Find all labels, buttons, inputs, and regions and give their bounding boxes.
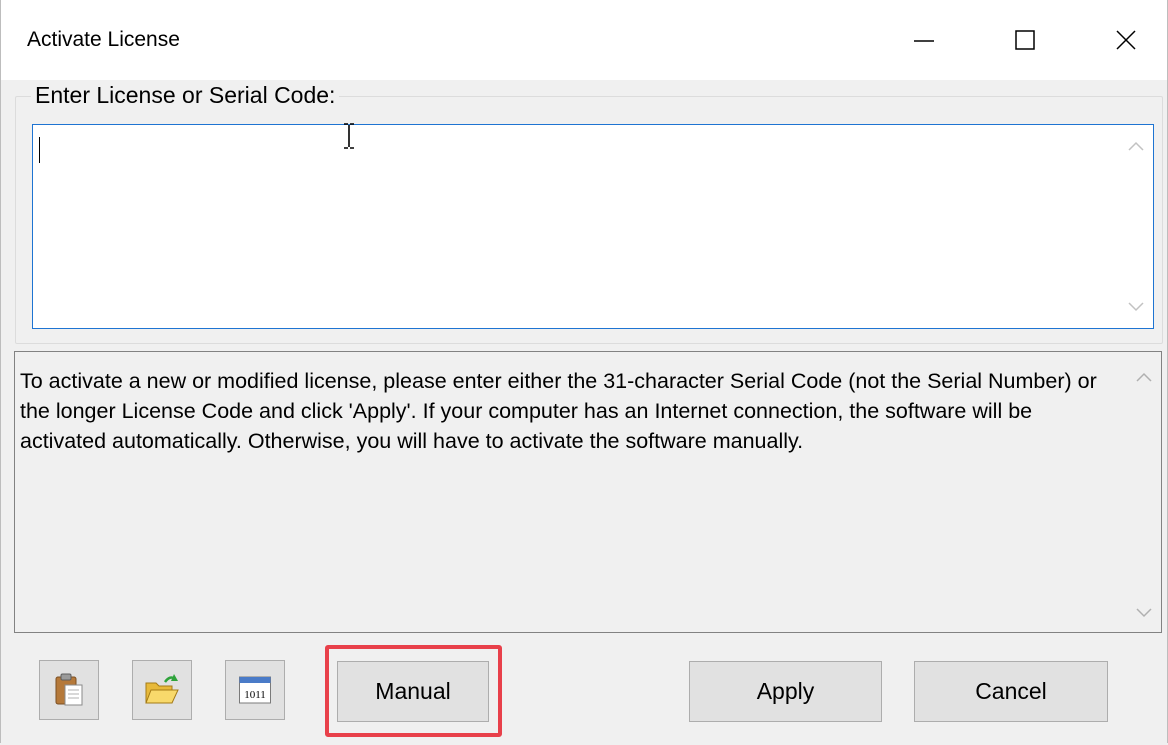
paste-clipboard-icon bbox=[55, 673, 83, 706]
cancel-button[interactable]: Cancel bbox=[914, 661, 1108, 722]
binary-code-icon: 1011 bbox=[239, 676, 271, 704]
close-icon bbox=[1116, 30, 1136, 50]
info-scrollbar[interactable] bbox=[1127, 352, 1161, 632]
scroll-up-arrow-icon[interactable] bbox=[1119, 129, 1153, 163]
info-panel: To activate a new or modified license, p… bbox=[14, 351, 1162, 633]
minimize-button[interactable] bbox=[894, 12, 954, 68]
info-text: To activate a new or modified license, p… bbox=[20, 369, 1097, 453]
svg-text:1011: 1011 bbox=[244, 689, 266, 701]
minimize-icon bbox=[914, 40, 934, 42]
code-scrollbar[interactable] bbox=[1119, 125, 1153, 328]
maximize-icon bbox=[1015, 30, 1035, 50]
close-button[interactable] bbox=[1096, 12, 1156, 68]
open-file-icon bbox=[145, 674, 179, 704]
title-bar: Activate License bbox=[1, 0, 1167, 80]
text-cursor-icon bbox=[344, 123, 354, 149]
license-group-label: Enter License or Serial Code: bbox=[31, 82, 340, 109]
scroll-down-arrow-icon[interactable] bbox=[1127, 596, 1161, 630]
window-title: Activate License bbox=[27, 28, 180, 51]
paste-button[interactable] bbox=[39, 660, 99, 720]
scroll-down-arrow-icon[interactable] bbox=[1119, 290, 1153, 324]
activate-license-window: Activate License Enter License or Serial… bbox=[0, 0, 1168, 743]
binary-code-button[interactable]: 1011 bbox=[225, 660, 285, 720]
license-code-input[interactable] bbox=[33, 125, 1121, 328]
license-code-area bbox=[32, 124, 1154, 329]
apply-button[interactable]: Apply bbox=[689, 661, 882, 722]
scroll-up-arrow-icon[interactable] bbox=[1127, 360, 1161, 394]
open-file-button[interactable] bbox=[132, 660, 192, 720]
text-caret bbox=[39, 137, 40, 163]
maximize-button[interactable] bbox=[995, 12, 1055, 68]
manual-button-highlight bbox=[325, 645, 502, 737]
